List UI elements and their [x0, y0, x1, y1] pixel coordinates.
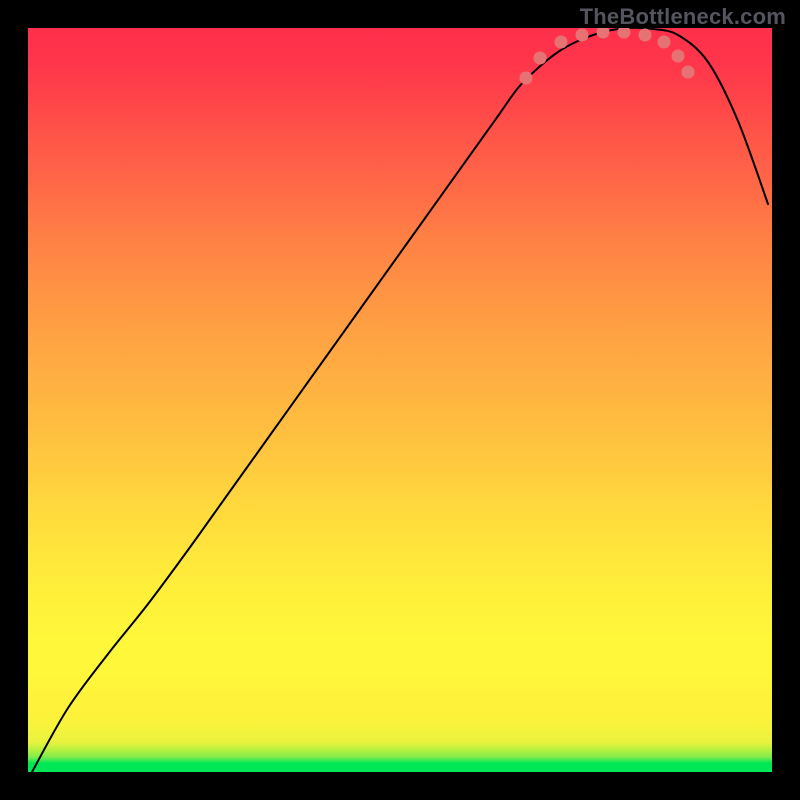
optimal-dot	[672, 50, 685, 63]
optimal-dot	[682, 66, 695, 79]
optimal-dot	[555, 36, 568, 49]
optimal-dot	[658, 36, 671, 49]
watermark-label: TheBottleneck.com	[580, 4, 786, 30]
plot-overlay	[28, 28, 772, 772]
bottleneck-curve	[32, 28, 768, 772]
optimal-dot	[534, 52, 547, 65]
optimal-dot	[520, 72, 533, 85]
chart-container: TheBottleneck.com	[0, 0, 800, 800]
optimal-range-dots	[520, 28, 695, 85]
optimal-dot	[639, 29, 652, 42]
optimal-dot	[576, 29, 589, 42]
